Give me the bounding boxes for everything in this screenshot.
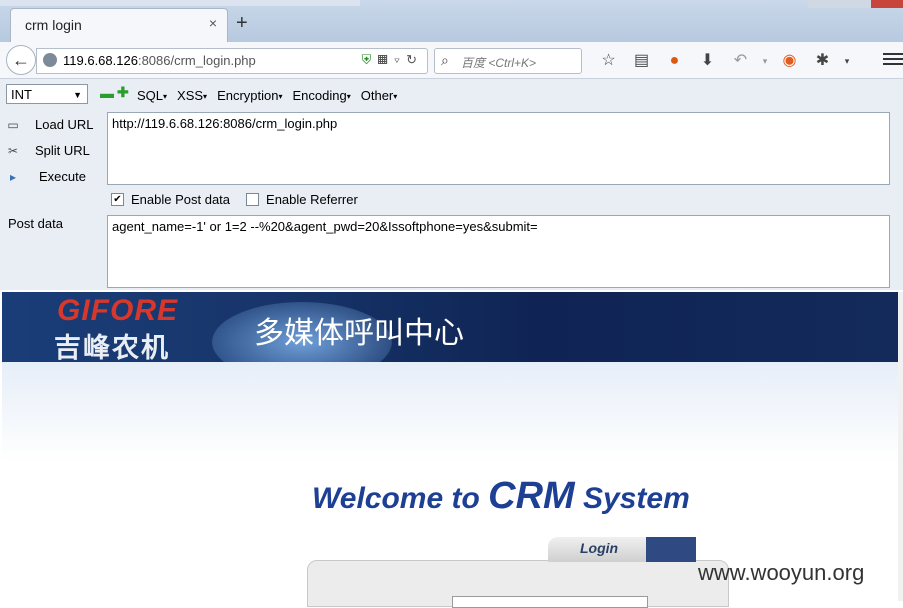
hackbar-menus: SQL▾ XSS▾ Encryption▾ Encoding▾ Other▾ bbox=[137, 88, 397, 103]
type-select[interactable]: INT ▼ bbox=[6, 84, 88, 104]
shield-icon[interactable]: ⛨ bbox=[362, 52, 378, 67]
addon-icon[interactable]: ● bbox=[658, 50, 691, 72]
menu-encoding[interactable]: Encoding▾ bbox=[293, 88, 351, 103]
dropdown-icon[interactable]: ▿ bbox=[394, 52, 406, 67]
reload-icon[interactable]: ↻ bbox=[406, 52, 423, 67]
post-options: ✔ Enable Post data Enable Referrer bbox=[111, 192, 358, 207]
qr-icon[interactable]: ▦ bbox=[377, 52, 393, 67]
menu-sql[interactable]: SQL▾ bbox=[137, 88, 167, 103]
header-banner: GIFORE 吉峰农机 多媒体呼叫中心 bbox=[2, 292, 898, 362]
maximize-button[interactable] bbox=[839, 0, 872, 8]
username-field[interactable] bbox=[452, 596, 648, 608]
url-bar-icons: ⛨▦▿↻ bbox=[362, 52, 423, 68]
execute-button[interactable]: ▸ Execute bbox=[6, 166, 101, 192]
menu-arrow-icon[interactable]: ▾ bbox=[839, 50, 855, 72]
menu-other[interactable]: Other▾ bbox=[361, 88, 398, 103]
bug-icon[interactable]: ✱ bbox=[806, 50, 839, 72]
chevron-down-icon: ▼ bbox=[73, 90, 82, 100]
login-tab-label: Login bbox=[580, 540, 619, 556]
load-url-icon: ▭ bbox=[7, 118, 19, 132]
undo-icon[interactable]: ↶ bbox=[724, 50, 757, 72]
url-textarea[interactable]: http://119.6.68.126:8086/crm_login.php bbox=[107, 112, 890, 185]
checkbox-checked-icon: ✔ bbox=[111, 193, 124, 206]
minimize-button[interactable] bbox=[808, 0, 840, 8]
back-button[interactable]: ← bbox=[6, 45, 36, 75]
scrollbar[interactable] bbox=[898, 292, 903, 601]
menu-arrow-icon[interactable]: ▾ bbox=[757, 50, 773, 72]
menu-encryption[interactable]: Encryption▾ bbox=[217, 88, 282, 103]
load-url-button[interactable]: ▭ Load URL bbox=[6, 114, 101, 140]
play-icon: ▸ bbox=[9, 170, 17, 184]
reading-list-icon[interactable]: ▤ bbox=[625, 50, 658, 72]
split-url-button[interactable]: ✂ Split URL bbox=[6, 140, 101, 166]
post-data-textarea[interactable]: agent_name=-1' or 1=2 --%20&agent_pwd=20… bbox=[107, 215, 890, 288]
toolbar-icons: ☆ ▤ ● ⬇ ↶ ▾ ◉ ✱ ▾ bbox=[592, 50, 855, 72]
hamburger-menu-icon[interactable] bbox=[883, 50, 903, 70]
tab-title: crm login bbox=[25, 17, 82, 33]
search-placeholder: 百度 <Ctrl+K> bbox=[461, 56, 537, 70]
hackbar-panel: INT ▼ ▬ ✚ SQL▾ XSS▾ Encryption▾ Encoding▾… bbox=[0, 79, 903, 290]
enable-post-checkbox[interactable]: ✔ Enable Post data bbox=[111, 192, 230, 207]
menu-xss[interactable]: XSS▾ bbox=[177, 88, 207, 103]
navigation-bar: ← 119.6.68.126:8086/crm_login.php ⛨▦▿↻ ⌕… bbox=[0, 42, 903, 79]
logo-text: GIFORE bbox=[57, 294, 179, 327]
search-icon: ⌕ bbox=[441, 52, 449, 68]
star-icon[interactable]: ☆ bbox=[592, 50, 625, 72]
post-data-label: Post data bbox=[8, 216, 63, 231]
search-bar[interactable]: ⌕ 百度 <Ctrl+K> bbox=[434, 48, 582, 74]
url-bar[interactable]: 119.6.68.126:8086/crm_login.php ⛨▦▿↻ bbox=[36, 48, 428, 74]
plus-icon[interactable]: ✚ bbox=[117, 84, 129, 101]
welcome-heading: Welcome to CRM System bbox=[312, 475, 690, 517]
watermark: www.wooyun.org bbox=[698, 560, 865, 585]
menu-strip bbox=[0, 0, 360, 6]
browser-tab[interactable]: crm login × bbox=[10, 8, 228, 43]
download-icon[interactable]: ⬇ bbox=[691, 50, 724, 72]
close-window-button[interactable] bbox=[871, 0, 903, 8]
tab-bar: crm login × + bbox=[0, 0, 903, 43]
login-tab-accent bbox=[646, 537, 696, 562]
logo-chinese-text: 吉峰农机 bbox=[54, 333, 170, 362]
url-text[interactable]: 119.6.68.126:8086/crm_login.php bbox=[63, 53, 256, 68]
firebug-icon[interactable]: ◉ bbox=[773, 50, 806, 72]
banner-title: 多媒体呼叫中心 bbox=[254, 317, 464, 350]
hackbar-actions: ▭ Load URL ✂ Split URL ▸ Execute bbox=[6, 114, 101, 192]
enable-referrer-checkbox[interactable]: Enable Referrer bbox=[246, 192, 358, 207]
scissors-icon: ✂ bbox=[7, 144, 19, 158]
login-tab[interactable]: Login bbox=[548, 537, 696, 562]
globe-icon bbox=[43, 53, 57, 67]
checkbox-empty-icon bbox=[246, 193, 260, 206]
window-controls bbox=[808, 0, 903, 8]
tab-close-icon[interactable]: × bbox=[209, 15, 217, 31]
minus-icon[interactable]: ▬ bbox=[100, 85, 114, 101]
new-tab-button[interactable]: + bbox=[236, 13, 248, 33]
